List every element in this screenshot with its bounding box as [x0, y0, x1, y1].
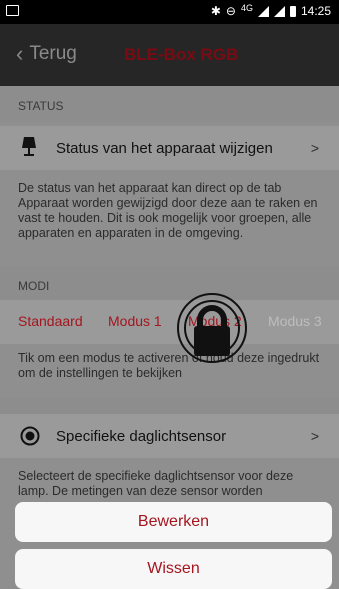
- chevron-right-icon: >: [310, 140, 319, 156]
- clock: 14:25: [300, 4, 331, 18]
- change-status-label: Status van het apparaat wijzigen: [56, 139, 273, 157]
- back-label: Terug: [29, 43, 77, 64]
- network-type: 4G: [240, 3, 253, 13]
- lock-overlay-icon: [176, 292, 248, 364]
- chevron-left-icon: ‹: [16, 41, 24, 66]
- status-section-header: STATUS: [0, 86, 339, 122]
- change-status-row[interactable]: Status van het apparaat wijzigen >: [0, 126, 339, 170]
- bluetooth-icon: ✱: [210, 4, 221, 18]
- daylight-sensor-label: Specifieke daglichtsensor: [56, 427, 227, 445]
- mode-3[interactable]: Modus 3: [268, 313, 322, 329]
- back-button[interactable]: ‹ Terug: [16, 43, 77, 65]
- lamp-icon: [22, 137, 36, 156]
- modi-description: Tik om een modus te activeren of houd de…: [18, 351, 320, 380]
- edit-button[interactable]: Bewerken: [15, 502, 332, 542]
- signal-icon: [257, 5, 269, 17]
- sensor-description: Selecteert de specifieke daglichtsensor …: [18, 469, 294, 498]
- modi-section-header: MODI: [0, 266, 339, 302]
- daylight-sensor-row[interactable]: Specifieke daglichtsensor >: [0, 414, 339, 458]
- chevron-right-icon: >: [310, 428, 319, 444]
- battery-icon: [289, 5, 296, 17]
- mode-standard[interactable]: Standaard: [18, 313, 83, 329]
- status-bar: ✱ ⊖ 4G 14:25: [0, 0, 339, 24]
- status-description: De status van het apparaat kan direct op…: [18, 181, 318, 240]
- app-bar: ‹ Terug BLE-Box RGB: [0, 24, 339, 86]
- modes-bar: Standaard Modus 1 Modus 2 Modus 3: [0, 300, 339, 344]
- page-title: BLE-Box RGB: [124, 45, 239, 64]
- signal-icon-2: [273, 5, 285, 17]
- delete-button[interactable]: Wissen: [15, 549, 332, 589]
- image-notification-icon: [6, 5, 19, 16]
- mode-1[interactable]: Modus 1: [108, 313, 162, 329]
- radio-selected-icon: [20, 426, 40, 446]
- do-not-disturb-icon: ⊖: [225, 4, 236, 18]
